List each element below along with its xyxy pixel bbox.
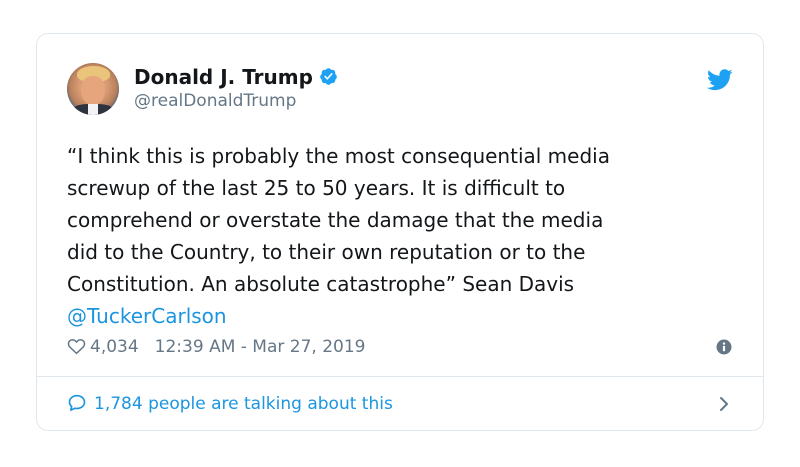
heart-icon bbox=[67, 338, 86, 355]
author-handle[interactable]: @realDonaldTrump bbox=[134, 90, 338, 112]
tweet-timestamp[interactable]: 12:39 AM - Mar 27, 2019 bbox=[155, 337, 366, 357]
divider bbox=[37, 376, 763, 377]
tweet-card[interactable]: Donald J. Trump @realDonaldTrump “I thin… bbox=[36, 33, 764, 431]
author-name-row[interactable]: Donald J. Trump bbox=[134, 65, 338, 89]
tweet-meta: 4,034 12:39 AM - Mar 27, 2019 bbox=[67, 334, 732, 360]
conversation-count-text[interactable]: 1,784 people are talking about this bbox=[94, 394, 393, 414]
like-button[interactable]: 4,034 bbox=[67, 337, 139, 357]
tweet-text: “I think this is probably the most conse… bbox=[67, 140, 732, 332]
author-info[interactable]: Donald J. Trump @realDonaldTrump bbox=[134, 65, 338, 112]
speech-bubble-icon bbox=[68, 394, 86, 411]
avatar[interactable] bbox=[67, 63, 119, 115]
info-icon[interactable] bbox=[716, 339, 732, 355]
tweet-body: “I think this is probably the most conse… bbox=[67, 144, 610, 296]
author-display-name[interactable]: Donald J. Trump bbox=[134, 65, 313, 89]
tweet-header: Donald J. Trump @realDonaldTrump bbox=[67, 63, 733, 119]
chevron-right-icon[interactable] bbox=[719, 396, 729, 412]
like-count: 4,034 bbox=[90, 337, 139, 357]
mention-link[interactable]: @TuckerCarlson bbox=[67, 300, 732, 332]
conversation-link[interactable]: 1,784 people are talking about this bbox=[67, 389, 733, 419]
verified-badge-icon bbox=[320, 68, 337, 85]
avatar-shirt bbox=[88, 104, 98, 115]
avatar-face bbox=[81, 76, 105, 105]
twitter-bird-icon[interactable] bbox=[707, 69, 733, 91]
